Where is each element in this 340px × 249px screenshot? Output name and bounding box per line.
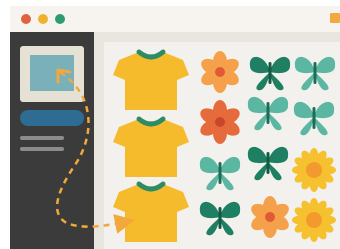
sidebar-text-line [20,136,64,140]
sidebar-selected-item[interactable] [20,110,84,126]
close-window-button[interactable] [21,14,31,24]
sidebar-text-line [20,147,64,151]
maximize-window-button[interactable] [55,14,65,24]
app-window [0,0,340,249]
sidebar [10,32,94,249]
corner-badge-icon [330,13,340,23]
minimize-window-button[interactable] [38,14,48,24]
sidebar-thumbnail[interactable] [20,46,84,102]
title-bar [10,6,340,32]
